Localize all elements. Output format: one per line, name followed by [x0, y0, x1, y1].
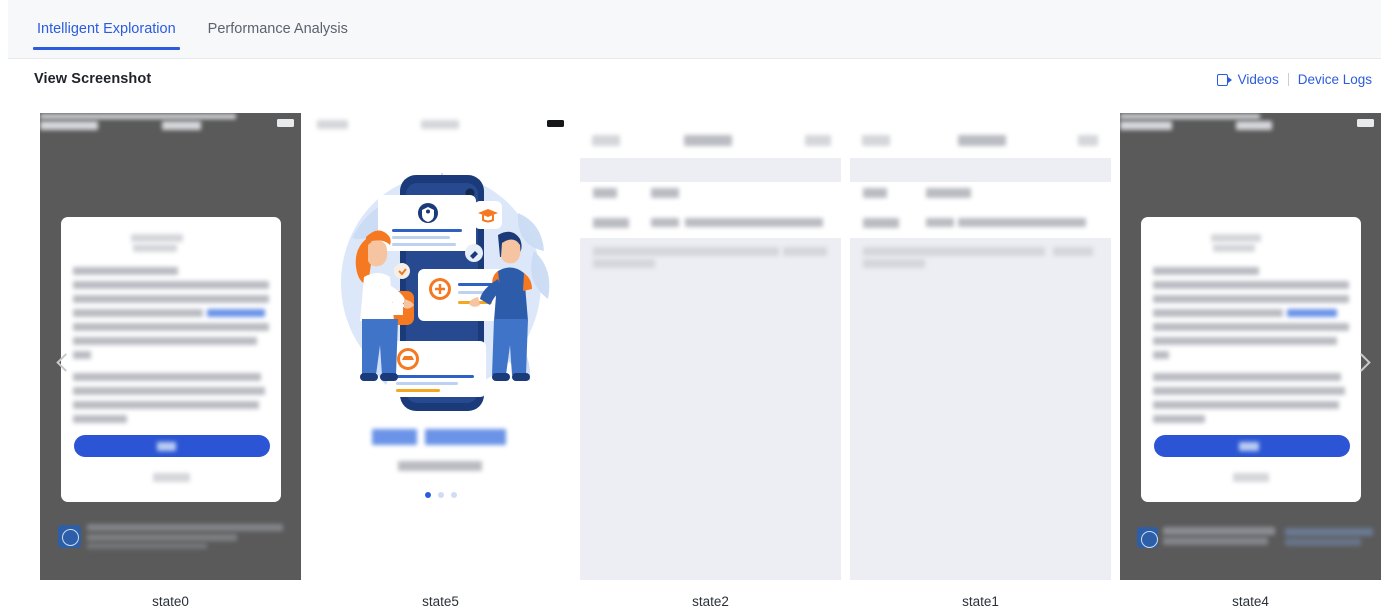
- device-logs-link-label: Device Logs: [1297, 72, 1372, 87]
- screenshot-card-label: state4: [1232, 594, 1269, 609]
- tab-list: Intelligent Exploration Performance Anal…: [8, 0, 1381, 58]
- modal-dialog: [1141, 217, 1361, 502]
- primary-dialog-button[interactable]: [74, 435, 270, 457]
- screenshot-card-label: state1: [962, 594, 999, 609]
- screenshot-thumbnail-state0[interactable]: [40, 113, 301, 580]
- page-title: View Screenshot: [34, 71, 152, 87]
- carousel-dot[interactable]: [450, 492, 457, 498]
- onboarding-illustration: [341, 173, 550, 411]
- tab-bar: Intelligent Exploration Performance Anal…: [8, 0, 1381, 59]
- status-bar: [580, 113, 841, 146]
- screenshot-thumbnail-state5[interactable]: [310, 113, 571, 580]
- app-icon: [58, 525, 81, 548]
- screenshot-carousel: state0 state5 state2 state1 state4: [0, 105, 1381, 614]
- section-header: View Screenshot Videos Device Logs: [0, 59, 1381, 105]
- videos-link[interactable]: Videos: [1208, 72, 1288, 87]
- notification-toast: [1133, 524, 1373, 550]
- chevron-right-icon: [1351, 352, 1371, 372]
- status-bar: [310, 113, 571, 135]
- screenshot-thumbnail-state1[interactable]: [850, 113, 1111, 580]
- carousel-dot[interactable]: [424, 492, 431, 498]
- screenshot-card-list: state0 state5 state2 state1 state4: [40, 113, 1381, 609]
- device-logs-link[interactable]: Device Logs: [1289, 72, 1381, 87]
- screenshot-card[interactable]: state4: [1120, 113, 1381, 609]
- status-bar: [850, 113, 1111, 146]
- video-camera-icon: [1216, 73, 1232, 86]
- header-actions: Videos Device Logs: [1208, 72, 1381, 87]
- battery-icon: [547, 120, 564, 127]
- carousel-next-button[interactable]: [1348, 339, 1374, 385]
- screenshot-card-label: state5: [422, 594, 459, 609]
- screenshot-card[interactable]: state1: [850, 113, 1111, 609]
- chevron-left-icon: [55, 352, 75, 372]
- tab-label: Performance Analysis: [207, 21, 348, 37]
- status-bar: [40, 113, 301, 135]
- screenshot-card-label: state0: [152, 594, 189, 609]
- primary-dialog-button[interactable]: [1154, 435, 1350, 457]
- status-bar: [1120, 113, 1381, 135]
- screenshot-card[interactable]: state0: [40, 113, 301, 609]
- carousel-dots: [310, 492, 571, 498]
- screenshot-viewer-page: Intelligent Exploration Performance Anal…: [0, 0, 1381, 614]
- battery-icon: [277, 119, 294, 127]
- videos-link-label: Videos: [1237, 72, 1279, 87]
- modal-dialog: [61, 217, 281, 502]
- carousel-dot[interactable]: [437, 492, 444, 498]
- screenshot-card-label: state2: [692, 594, 729, 609]
- screenshot-thumbnail-state4[interactable]: [1120, 113, 1381, 580]
- tab-label: Intelligent Exploration: [37, 21, 176, 37]
- tab-performance-analysis[interactable]: Performance Analysis: [192, 0, 364, 58]
- screenshot-card[interactable]: state2: [580, 113, 841, 609]
- screenshot-card[interactable]: state5: [310, 113, 571, 609]
- notification-toast: [54, 520, 287, 553]
- carousel-prev-button[interactable]: [52, 339, 78, 385]
- battery-icon: [1357, 119, 1374, 127]
- app-icon: [1137, 527, 1158, 548]
- tab-intelligent-exploration[interactable]: Intelligent Exploration: [21, 0, 192, 58]
- screenshot-thumbnail-state2[interactable]: [580, 113, 841, 580]
